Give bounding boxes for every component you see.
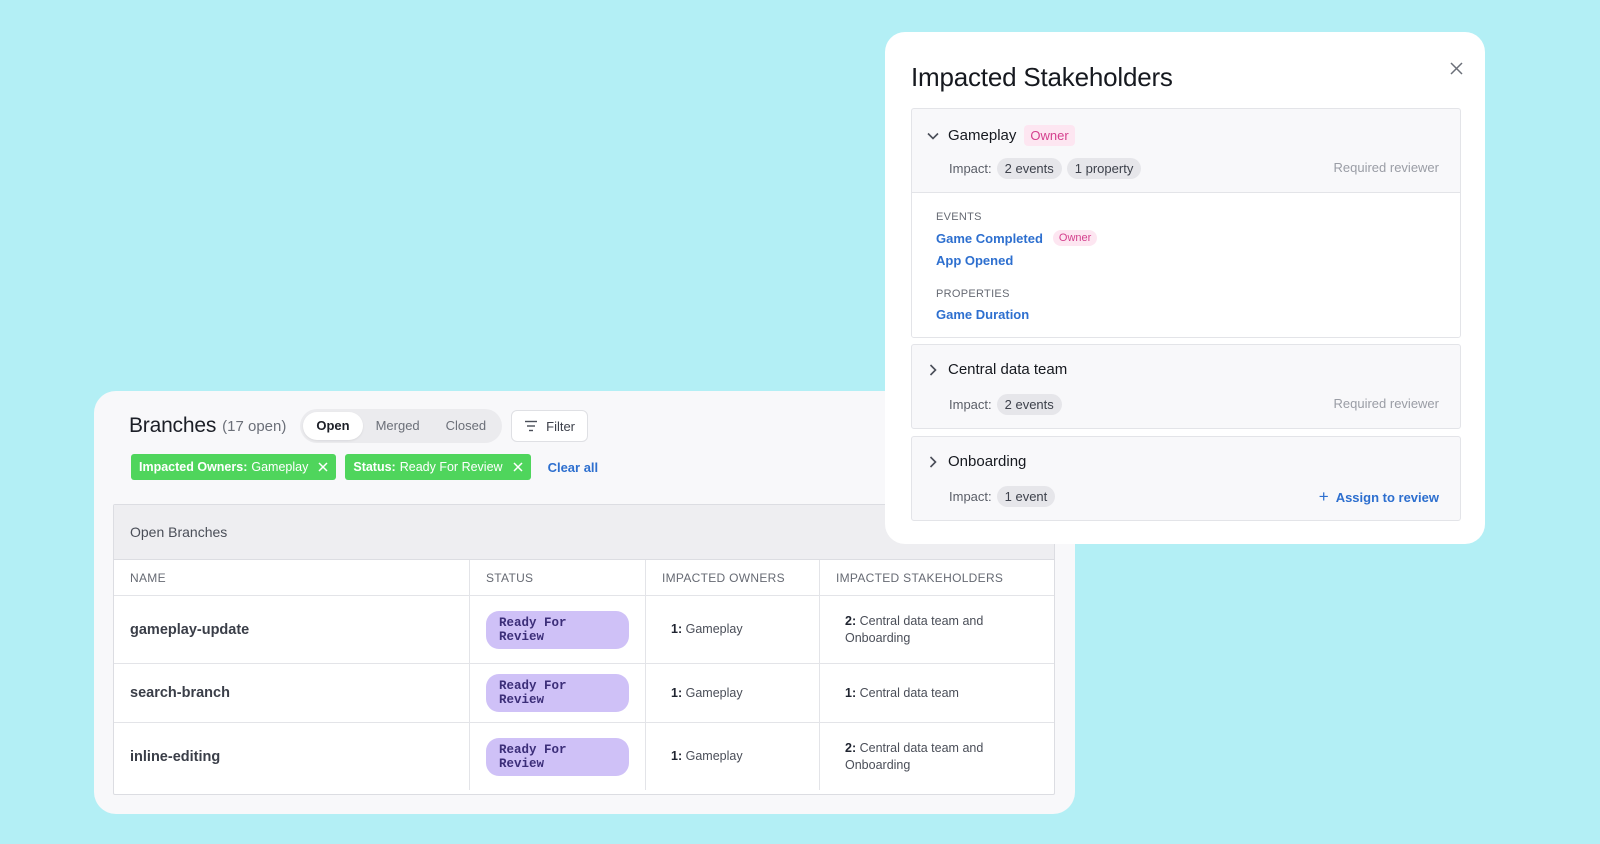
impact-label: Impact: xyxy=(949,489,992,504)
owners-cell: 1: Gameplay xyxy=(645,722,820,790)
status-cell: Ready For Review xyxy=(469,663,646,723)
owner-badge: Owner xyxy=(1052,230,1098,246)
filter-icon xyxy=(525,420,538,432)
group-name: Central data team xyxy=(948,361,1068,378)
table-header-row: NAME STATUS IMPACTED OWNERS IMPACTED STA… xyxy=(114,560,1054,596)
branch-name[interactable]: search-branch xyxy=(114,663,470,723)
chip-key: Status: xyxy=(353,460,396,474)
filter-chip-status: Status: Ready For Review xyxy=(345,454,531,480)
branch-name[interactable]: inline-editing xyxy=(114,722,470,790)
property-link[interactable]: Game Duration xyxy=(936,307,1029,322)
owners-count: 1: xyxy=(671,622,683,636)
stakeholders-value-cont: Onboarding xyxy=(845,630,911,645)
required-reviewer-label: Required reviewer xyxy=(1333,396,1440,411)
tab-merged[interactable]: Merged xyxy=(363,412,433,440)
stakeholder-group-onboarding: Onboarding Impact: 1 event + Assign to r… xyxy=(911,436,1461,521)
group-header[interactable]: Central data team Impact: 2 events Requi… xyxy=(912,345,1460,428)
tab-open[interactable]: Open xyxy=(303,412,363,440)
chip-value: Gameplay xyxy=(251,460,309,474)
panel-title: Impacted Stakeholders xyxy=(911,62,1173,92)
table-row[interactable]: inline-editing Ready For Review 1: Gamep… xyxy=(114,722,1055,791)
branch-status-tabs: Open Merged Closed xyxy=(300,409,503,443)
owners-cell: 1: Gameplay xyxy=(645,595,820,664)
status-cell: Ready For Review xyxy=(469,595,646,664)
filter-chip-owners: Impacted Owners: Gameplay xyxy=(131,454,337,480)
impact-pill: 1 property xyxy=(1066,158,1142,179)
event-name: Game Completed xyxy=(936,230,1043,246)
filter-button[interactable]: Filter xyxy=(511,410,589,442)
stakeholders-count: 2: xyxy=(845,740,857,755)
owners-value: Gameplay xyxy=(685,622,743,636)
table-row[interactable]: search-branch Ready For Review 1: Gamepl… xyxy=(114,663,1054,723)
impact-label: Impact: xyxy=(949,161,992,176)
event-link[interactable]: Game Completed Owner xyxy=(936,230,1098,246)
impact-label: Impact: xyxy=(949,397,992,412)
owners-count: 1: xyxy=(671,749,683,763)
stakeholders-count: 1: xyxy=(845,685,857,700)
events-label: EVENTS xyxy=(936,211,982,223)
chip-key: Impacted Owners: xyxy=(139,460,248,474)
stakeholders-cell: 1: Central data team xyxy=(819,663,1054,723)
event-link[interactable]: App Opened xyxy=(936,253,1013,268)
stakeholders-value: Central data team and xyxy=(859,740,984,755)
owners-value: Gameplay xyxy=(685,685,743,700)
plus-icon: + xyxy=(1318,487,1329,506)
chevron-down-icon[interactable] xyxy=(926,129,940,143)
chip-value: Ready For Review xyxy=(399,460,503,474)
group-details: EVENTS Game Completed Owner App Opened P… xyxy=(912,192,1460,337)
status-badge: Ready For Review xyxy=(486,737,629,776)
group-header[interactable]: Gameplay Owner Impact: 2 events 1 proper… xyxy=(912,109,1460,192)
column-header-name[interactable]: NAME xyxy=(114,560,470,596)
owners-count: 1: xyxy=(671,685,683,700)
event-name: App Opened xyxy=(936,253,1014,268)
impact-pill: 1 event xyxy=(996,486,1056,507)
impact-pill: 2 events xyxy=(996,158,1062,179)
clear-all-link[interactable]: Clear all xyxy=(548,460,599,475)
owners-value: Gameplay xyxy=(685,749,743,763)
stakeholders-cell: 2: Central data team and Onboarding xyxy=(819,595,1054,664)
stakeholders-cell: 2: Central data team and Onboarding xyxy=(820,723,1055,791)
group-name: Gameplay xyxy=(948,127,1017,144)
branch-name[interactable]: gameplay-update xyxy=(114,595,470,664)
group-name: Onboarding xyxy=(948,453,1027,470)
required-reviewer-label: Required reviewer xyxy=(1333,160,1440,175)
stakeholders-value: Central data team xyxy=(859,685,959,700)
filter-label: Filter xyxy=(546,418,576,434)
close-icon[interactable] xyxy=(1450,62,1463,80)
branches-title: Branches xyxy=(129,414,217,437)
owner-badge: Owner xyxy=(1024,125,1075,146)
remove-chip-icon[interactable] xyxy=(513,462,523,472)
chevron-right-icon[interactable] xyxy=(926,455,940,469)
property-name: Game Duration xyxy=(936,307,1030,322)
branches-table: NAME STATUS IMPACTED OWNERS IMPACTED STA… xyxy=(114,560,1054,790)
stakeholder-group-gameplay: Gameplay Owner Impact: 2 events 1 proper… xyxy=(911,108,1461,338)
status-badge: Ready For Review xyxy=(486,674,629,712)
group-header[interactable]: Onboarding Impact: 1 event + Assign to r… xyxy=(912,437,1460,520)
stakeholder-group-central-data-team: Central data team Impact: 2 events Requi… xyxy=(911,344,1461,429)
impact-pill: 2 events xyxy=(996,394,1062,415)
table-row[interactable]: gameplay-update Ready For Review 1: Game… xyxy=(114,595,1054,664)
branches-count: (17 open) xyxy=(222,417,287,435)
column-header-status[interactable]: STATUS xyxy=(469,560,646,596)
tab-closed[interactable]: Closed xyxy=(433,412,499,440)
column-header-owners[interactable]: IMPACTED OWNERS xyxy=(645,560,820,596)
impacted-stakeholders-panel: Impacted Stakeholders Gameplay Owner Imp… xyxy=(885,32,1485,544)
status-badge: Ready For Review xyxy=(486,610,629,649)
chevron-right-icon[interactable] xyxy=(926,363,940,377)
column-header-stakeholders[interactable]: IMPACTED STAKEHOLDERS xyxy=(819,560,1054,596)
assign-to-review-button[interactable]: + Assign to review xyxy=(1319,487,1439,507)
owners-cell: 1: Gameplay xyxy=(645,663,820,723)
stakeholders-value-cont: Onboarding xyxy=(845,757,911,772)
stakeholders-value: Central data team and xyxy=(859,613,984,628)
stakeholders-count: 2: xyxy=(845,613,857,628)
properties-label: PROPERTIES xyxy=(936,288,1010,300)
remove-chip-icon[interactable] xyxy=(318,462,328,472)
branches-header: Branches (17 open) Open Merged Closed Fi… xyxy=(129,409,589,443)
assign-label: Assign to review xyxy=(1335,489,1439,505)
open-branches-table: Open Branches NAME STATUS IMPACTED OWNER… xyxy=(113,504,1055,795)
status-cell: Ready For Review xyxy=(469,722,646,790)
active-filters: Impacted Owners: Gameplay Status: Ready … xyxy=(131,454,598,480)
